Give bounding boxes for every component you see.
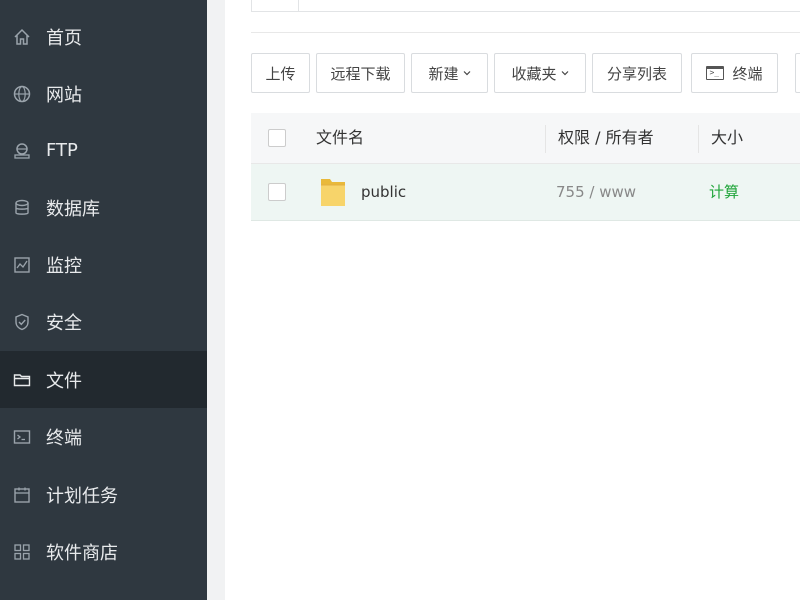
share-list-button[interactable]: 分享列表 [592,53,682,93]
sidebar-item-label: 软件商店 [46,542,118,564]
sidebar-item-database[interactable]: 数据库 [0,179,207,236]
home-icon [11,26,33,48]
terminal-icon [11,426,33,448]
path-bar[interactable] [251,0,800,12]
remote-download-label: 远程下载 [330,64,391,83]
chevron-down-icon [561,71,568,76]
sidebar-item-ftp[interactable]: FTP [0,122,207,179]
column-separator [545,125,546,153]
terminal-button-label: 终端 [732,64,763,83]
select-all-checkbox[interactable] [268,129,286,147]
file-permission[interactable]: 755 / www [556,164,636,220]
upload-button[interactable]: 上传 [251,53,310,93]
sidebar-item-website[interactable]: 网站 [0,65,207,122]
sidebar-item-terminal[interactable]: 终端 [0,408,207,465]
sidebar-item-label: 监控 [46,255,82,277]
column-header-size[interactable]: 大小 [711,113,743,163]
sidebar-item-files[interactable]: 文件 [0,351,207,408]
column-header-permission[interactable]: 权限 / 所有者 [558,113,654,163]
shield-icon [11,311,33,333]
column-header-name[interactable]: 文件名 [316,113,364,163]
calendar-icon [11,484,33,506]
ftp-icon [11,140,33,162]
sidebar-item-monitor[interactable]: 监控 [0,236,207,293]
sidebar-item-label: 文件 [46,370,82,392]
column-separator [698,125,699,153]
monitor-icon [11,254,33,276]
sidebar-item-label: 首页 [46,27,82,49]
sidebar-item-label: 安全 [46,312,82,334]
sidebar-item-label: 计划任务 [46,485,118,507]
favorites-button-label: 收藏夹 [511,64,557,83]
upload-button-label: 上传 [265,64,296,83]
more-toolbar-button[interactable] [795,53,800,93]
file-name-link[interactable]: public [361,164,406,220]
table-row[interactable]: public 755 / www 计算 [251,164,800,221]
sidebar-item-security[interactable]: 安全 [0,293,207,350]
sidebar-item-app-store[interactable]: 软件商店 [0,523,207,580]
favorites-dropdown-button[interactable]: 收藏夹 [494,53,586,93]
terminal-button[interactable]: 终端 [691,53,778,93]
share-list-label: 分享列表 [606,64,667,83]
file-table-header: 文件名 权限 / 所有者 大小 [251,113,800,164]
remote-download-button[interactable]: 远程下载 [316,53,405,93]
divider [251,32,800,33]
sidebar: 首页 网站 FTP 数据库 监控 安全 文件 终端 计划任务 软件商店 [0,0,207,600]
new-button-label: 新建 [428,64,459,83]
row-checkbox[interactable] [268,183,286,201]
calculate-size-link[interactable]: 计算 [709,164,739,220]
globe-icon [11,83,33,105]
chevron-down-icon [463,71,470,76]
new-dropdown-button[interactable]: 新建 [411,53,488,93]
sidebar-item-label: 网站 [46,84,82,106]
sidebar-item-label: FTP [46,140,78,161]
database-icon [11,197,33,219]
sidebar-item-home[interactable]: 首页 [0,8,207,65]
sidebar-item-label: 终端 [46,427,82,449]
file-manager-panel: 上传 远程下载 新建 收藏夹 分享列表 终端 文件名 权限 / 所有者 大小 p… [225,0,800,600]
folder-icon [321,179,345,206]
apps-icon [11,541,33,563]
folder-icon [11,369,33,391]
terminal-icon [706,66,725,80]
sidebar-item-label: 数据库 [46,198,100,220]
path-back-button[interactable] [252,0,299,11]
sidebar-item-cron[interactable]: 计划任务 [0,466,207,523]
